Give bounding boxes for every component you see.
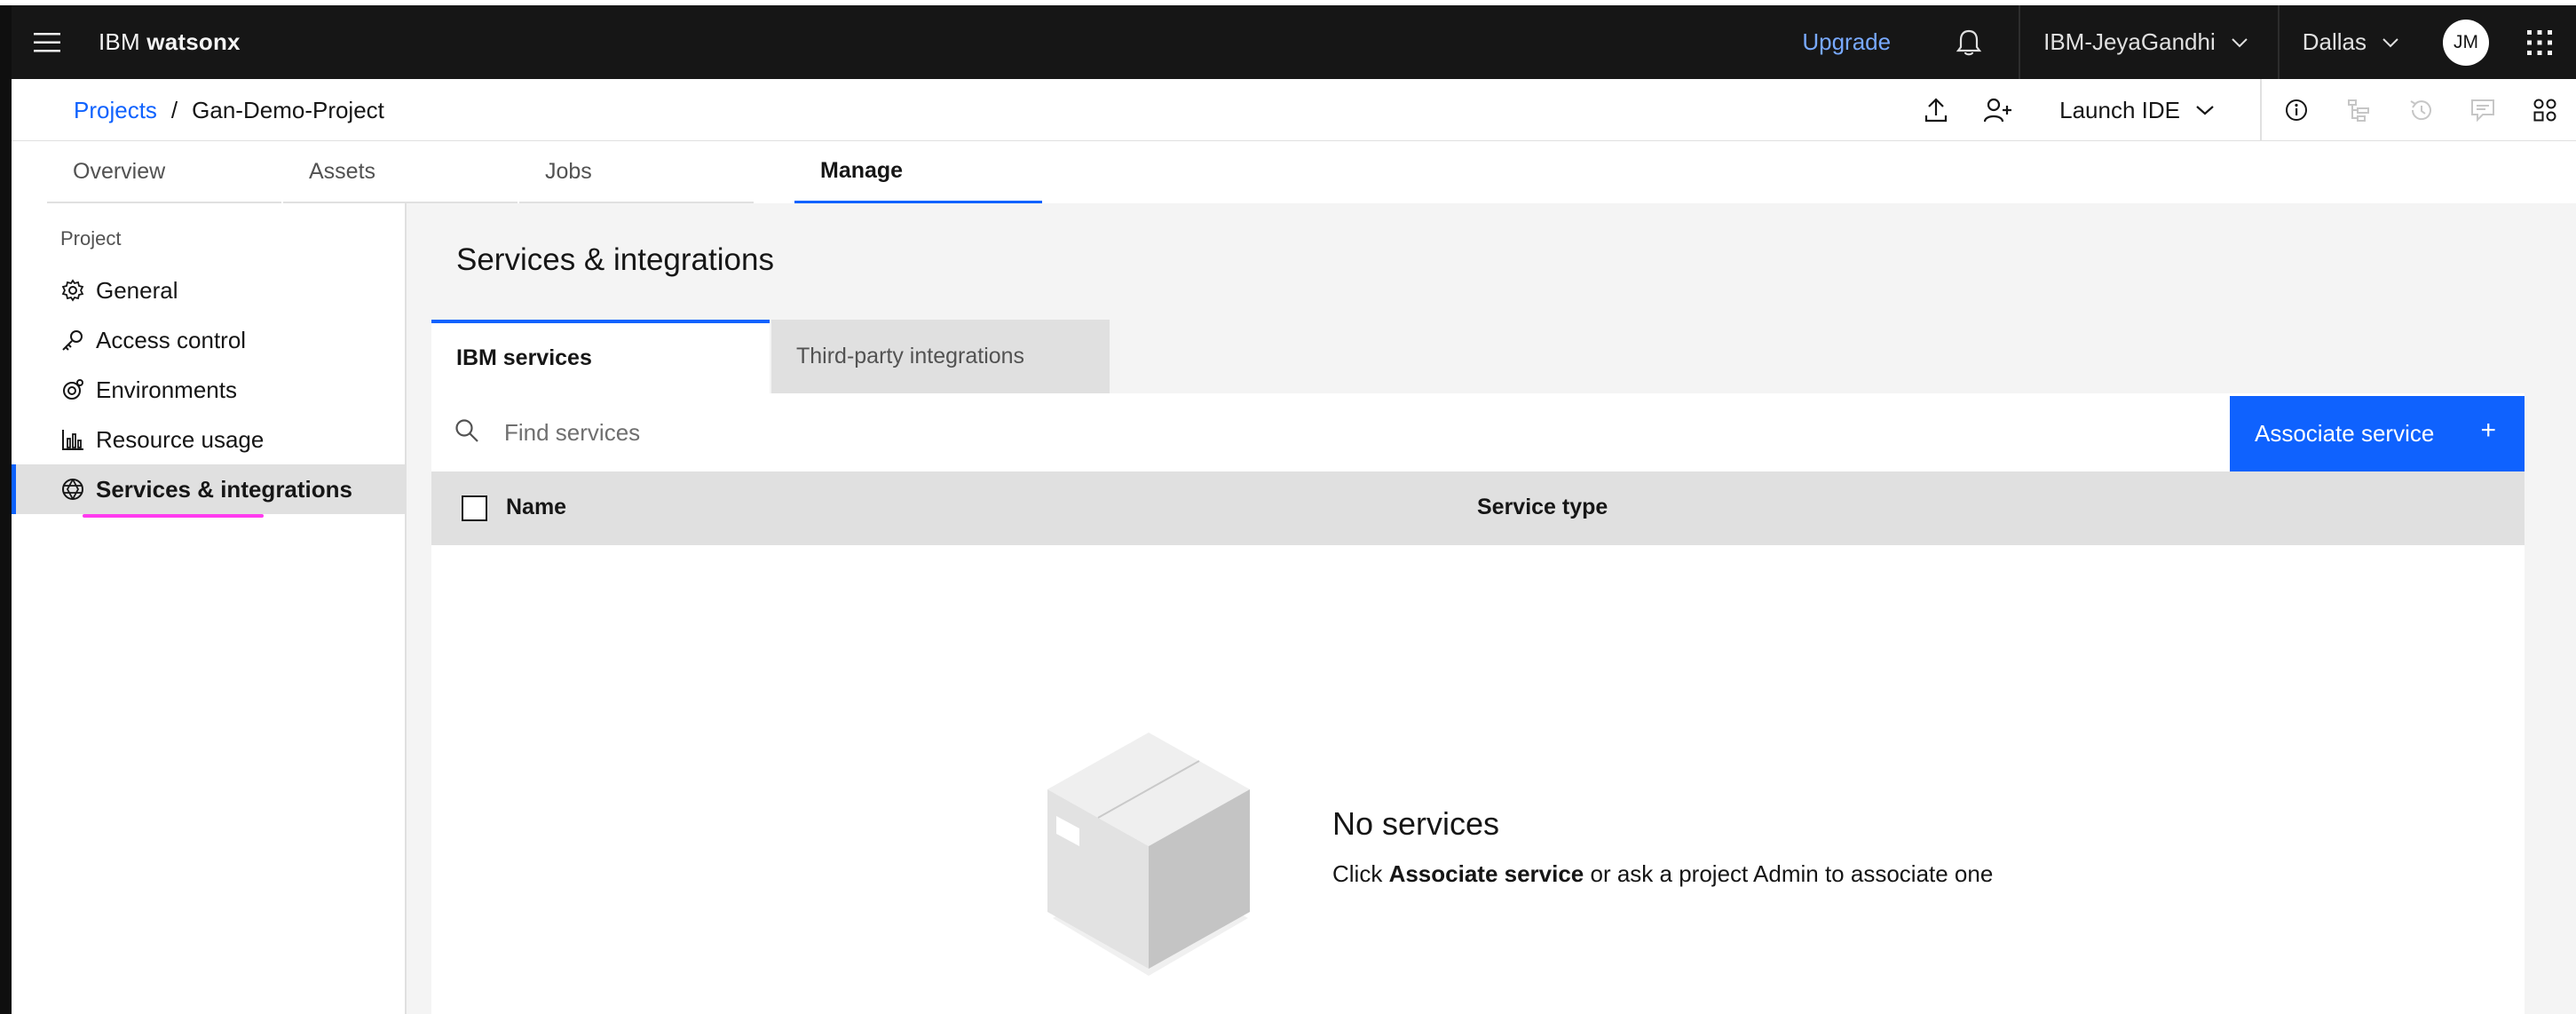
tab-assets[interactable]: Assets bbox=[283, 141, 518, 203]
select-all-checkbox[interactable] bbox=[462, 495, 487, 521]
info-icon[interactable] bbox=[2265, 79, 2327, 141]
project-toolbar: Projects / Gan-Demo-Project Launch IDE bbox=[12, 79, 2576, 141]
tab-jobs[interactable]: Jobs bbox=[519, 141, 754, 203]
page-title: Services & integrations bbox=[456, 242, 774, 277]
upload-icon[interactable] bbox=[1905, 79, 1967, 141]
sidebar-item-label: Services & integrations bbox=[96, 475, 352, 503]
tab-overview[interactable]: Overview bbox=[47, 141, 281, 203]
header-actions: Upgrade IBM-JeyaGandhi Dallas JM bbox=[1802, 5, 2576, 79]
breadcrumb-current-project: Gan-Demo-Project bbox=[192, 96, 384, 123]
sidebar-item-services-integrations[interactable]: Services & integrations bbox=[12, 464, 407, 514]
search-input[interactable] bbox=[504, 409, 2191, 456]
sidebar-item-environments[interactable]: Environments bbox=[12, 365, 407, 415]
tab-manage[interactable]: Manage bbox=[794, 141, 1042, 203]
product-name[interactable]: IBM watsonx bbox=[99, 28, 241, 56]
tab-ibm-services[interactable]: IBM services bbox=[431, 320, 770, 393]
comments-icon[interactable] bbox=[2452, 79, 2514, 141]
user-menu[interactable]: JM bbox=[2429, 5, 2503, 79]
column-header-name[interactable]: Name bbox=[506, 495, 566, 520]
search-icon bbox=[455, 419, 478, 442]
tab-third-party-integrations[interactable]: Third-party integrations bbox=[771, 320, 1110, 393]
empty-message-suffix: or ask a project Admin to associate one bbox=[1584, 860, 1994, 887]
chevron-down-icon bbox=[2232, 37, 2248, 47]
side-nav-heading: Project bbox=[60, 227, 122, 250]
chart-bar-icon bbox=[60, 427, 85, 452]
sidebar-item-general[interactable]: General bbox=[12, 265, 407, 315]
sidebar-item-label: Access control bbox=[96, 326, 247, 353]
upgrade-link[interactable]: Upgrade bbox=[1802, 28, 1891, 56]
tab-jobs-label: Jobs bbox=[545, 158, 592, 184]
sidebar-item-label: General bbox=[96, 276, 178, 304]
project-tabs: Overview Assets Jobs Manage bbox=[12, 141, 2576, 212]
empty-state-title: No services bbox=[1332, 805, 1500, 842]
environment-icon bbox=[60, 377, 85, 402]
tab-manage-label: Manage bbox=[820, 158, 904, 183]
highlight-annotation bbox=[83, 514, 264, 518]
main-content: Services & integrations IBM services Thi… bbox=[407, 203, 2576, 1014]
gear-icon bbox=[60, 278, 85, 303]
sidebar-item-resource-usage[interactable]: Resource usage bbox=[12, 415, 407, 464]
tab-ibm-services-label: IBM services bbox=[456, 345, 592, 370]
sidebar-item-label: Resource usage bbox=[96, 425, 265, 453]
breadcrumb-projects-link[interactable]: Projects bbox=[74, 97, 157, 124]
apps-icon[interactable] bbox=[2514, 79, 2576, 141]
table-toolbar: Associate service + bbox=[431, 393, 2525, 471]
empty-message-prefix: Click bbox=[1332, 860, 1389, 887]
history-icon[interactable] bbox=[2390, 79, 2452, 141]
services-icon bbox=[60, 477, 85, 502]
empty-message-bold: Associate service bbox=[1388, 860, 1584, 887]
table-header: Name Service type bbox=[431, 471, 2525, 545]
breadcrumb: Projects / Gan-Demo-Project bbox=[74, 79, 384, 141]
associate-service-button[interactable]: Associate service + bbox=[2230, 396, 2525, 471]
column-header-service-type[interactable]: Service type bbox=[1477, 495, 1608, 520]
account-name: IBM-JeyaGandhi bbox=[2043, 28, 2216, 55]
global-header: IBM watsonx Upgrade IBM-JeyaGandhi Dalla… bbox=[12, 5, 2576, 79]
launch-ide-label: Launch IDE bbox=[2059, 96, 2180, 123]
brand-name: watsonx bbox=[146, 28, 241, 55]
tab-third-party-label: Third-party integrations bbox=[796, 344, 1025, 368]
empty-state-message: Click Associate service or ask a project… bbox=[1332, 860, 1993, 888]
region-switcher[interactable]: Dallas bbox=[2280, 5, 2429, 79]
avatar: JM bbox=[2443, 19, 2489, 66]
project-actions: Launch IDE bbox=[1905, 79, 2576, 141]
table-body: No services Click Associate service or a… bbox=[431, 545, 2525, 1014]
brand-prefix: IBM bbox=[99, 28, 140, 55]
launch-ide-menu[interactable]: Launch IDE bbox=[2029, 79, 2256, 141]
hamburger-menu-icon[interactable] bbox=[12, 5, 83, 79]
sidebar-item-access-control[interactable]: Access control bbox=[12, 315, 407, 365]
tab-overview-label: Overview bbox=[73, 158, 166, 184]
account-switcher[interactable]: IBM-JeyaGandhi bbox=[2020, 5, 2278, 79]
toolbar-divider bbox=[2260, 79, 2262, 141]
chevron-down-icon bbox=[2196, 106, 2214, 115]
empty-box-illustration bbox=[1047, 733, 1250, 976]
app-switcher-icon[interactable] bbox=[2503, 5, 2576, 79]
associate-service-label: Associate service bbox=[2255, 420, 2435, 447]
notification-bell-icon[interactable] bbox=[1940, 5, 1997, 79]
hierarchy-icon[interactable] bbox=[2327, 79, 2390, 141]
left-edge bbox=[0, 0, 12, 1014]
add-collaborator-icon[interactable] bbox=[1967, 79, 2029, 141]
side-navigation: Project General Access control Environme… bbox=[12, 203, 407, 1014]
breadcrumb-separator: / bbox=[170, 96, 178, 123]
sidebar-item-label: Environments bbox=[96, 376, 237, 403]
top-edge bbox=[0, 0, 2576, 5]
region-name: Dallas bbox=[2302, 28, 2367, 55]
chevron-down-icon bbox=[2382, 37, 2398, 47]
tab-assets-label: Assets bbox=[309, 158, 376, 184]
plus-icon: + bbox=[2480, 416, 2496, 445]
key-icon bbox=[60, 328, 85, 353]
